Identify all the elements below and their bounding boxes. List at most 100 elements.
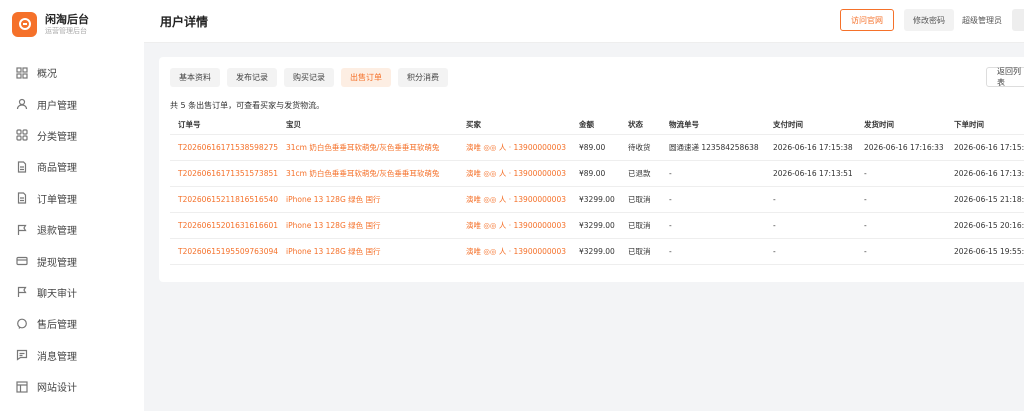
table-cell: 已取消 (620, 186, 661, 213)
sidebar-item[interactable]: 网站设计 (0, 371, 144, 402)
table-cell: 2026-06-16 17:15:38 (946, 134, 1024, 161)
user-icon (16, 98, 28, 110)
flag-icon (16, 286, 28, 298)
table-cell-link[interactable]: 演唯 ◎◎ 人 · 13900000003 (458, 160, 571, 187)
table-cell: 2026-06-16 17:15:38 (765, 134, 856, 161)
tab-item[interactable]: 出售订单 (341, 68, 391, 87)
sidebar-item-label: 订单管理 (37, 194, 77, 206)
table-cell: - (765, 212, 856, 239)
sidebar-item[interactable]: 分类管理 (0, 120, 144, 151)
sidebar-item[interactable]: 用户管理 (0, 88, 144, 119)
table-row: T20260616171351573851 31cm 奶白色垂垂耳软萌兔/灰色垂垂… (170, 160, 1024, 187)
document-icon (16, 161, 28, 173)
column-header: 下单时间 (946, 116, 1024, 135)
sidebar-item[interactable]: 商品管理 (0, 151, 144, 182)
sidebar-item-label: 网站设计 (37, 383, 77, 395)
table-cell: 2026-06-16 17:16:33 (856, 134, 946, 161)
sales-orders-table: 订单号 宝贝 买家 金额 状态 物流单号 支付时间 发货时间 下单时间 T20260616171… (170, 116, 1024, 265)
sidebar-item[interactable]: 售后管理 (0, 308, 144, 339)
tab-item[interactable]: 基本资料 (170, 68, 220, 87)
document-icon (16, 192, 28, 204)
tab-item[interactable]: 发布记录 (227, 68, 277, 87)
sidebar-item-label: 用户管理 (37, 100, 77, 112)
sidebar-item-label: 消息管理 (37, 351, 77, 363)
sidebar-item-label: 退款管理 (37, 226, 77, 238)
sidebar-item-label: 提现管理 (37, 257, 77, 269)
tab-item[interactable]: 购买记录 (284, 68, 334, 87)
table-cell-link[interactable]: iPhone 13 128G 绿色 国行 (278, 238, 458, 265)
tab-item[interactable]: 积分消费 (398, 68, 448, 87)
table-cell: - (765, 186, 856, 213)
column-header: 发货时间 (856, 116, 946, 135)
table-cell: 2026-06-15 19:55:09 (946, 238, 1024, 265)
table-cell: - (661, 238, 765, 265)
table-cell: - (661, 160, 765, 187)
table-cell: 已取消 (620, 212, 661, 239)
layout-icon (16, 380, 28, 393)
sidebar-item-label: 售后管理 (37, 320, 77, 332)
sidebar-item[interactable]: 订单管理 (0, 183, 144, 214)
sidebar-item[interactable]: 提现管理 (0, 245, 144, 276)
table-cell: ¥89.00 (571, 160, 620, 187)
table-cell-link[interactable]: T20260616171351573851 (170, 160, 278, 187)
flag-icon (16, 224, 28, 236)
table-cell-link[interactable]: T20260616171538598275 (170, 134, 278, 161)
table-cell-link[interactable]: 演唯 ◎◎ 人 · 13900000003 (458, 212, 571, 239)
sidebar-item[interactable]: 概况 (0, 57, 144, 88)
user-detail-card: 基本资料 发布记录 购买记录 出售订单 积分消费 返回列表 共 5 条出售订单，可查看买… (159, 57, 1024, 282)
column-header: 宝贝 (278, 116, 458, 135)
table-cell: ¥3299.00 (571, 238, 620, 265)
table-cell: 待收货 (620, 134, 661, 161)
table-cell-link[interactable]: iPhone 13 128G 绿色 国行 (278, 186, 458, 213)
sidebar-item[interactable]: 聊天审计 (0, 277, 144, 308)
table-cell: - (856, 160, 946, 187)
sidebar-item[interactable]: 消息管理 (0, 340, 144, 371)
table-cell: ¥89.00 (571, 134, 620, 161)
table-cell: 圆通速递 123584258638 (661, 134, 765, 161)
column-header: 买家 (458, 116, 571, 135)
table-cell-link[interactable]: T20260615195509763094 (170, 238, 278, 265)
category-icon (16, 129, 28, 142)
table-cell-link[interactable]: 演唯 ◎◎ 人 · 13900000003 (458, 238, 571, 265)
table-row: T20260616171538598275 31cm 奶白色垂垂耳软萌兔/灰色垂垂… (170, 134, 1024, 161)
column-header: 订单号 (170, 116, 278, 135)
table-cell-link[interactable]: 演唯 ◎◎ 人 · 13900000003 (458, 186, 571, 213)
column-header: 状态 (620, 116, 661, 135)
admin-role-label: 超级管理员 (962, 15, 1002, 25)
table-cell: 2026-06-15 20:16:31 (946, 212, 1024, 239)
table-cell-link[interactable]: T20260615201631616601 (170, 212, 278, 239)
page-title: 用户详情 (160, 14, 209, 29)
table-cell-link[interactable]: 31cm 奶白色垂垂耳软萌兔/灰色垂垂耳软萌兔 (278, 134, 458, 161)
grid-icon (16, 67, 28, 79)
table-row: T20260615211816516540 iPhone 13 128G 绿色 国… (170, 186, 1024, 213)
brand-title: 闲淘后台 (45, 12, 89, 26)
table-cell: 2026-06-16 17:13:51 (946, 160, 1024, 187)
table-cell: - (661, 186, 765, 213)
table-cell-link[interactable]: 31cm 奶白色垂垂耳软萌兔/灰色垂垂耳软萌兔 (278, 160, 458, 187)
message-icon (16, 349, 28, 361)
visit-site-button[interactable]: 访问官网 (840, 9, 894, 31)
sidebar-item-label: 概况 (37, 69, 57, 81)
table-cell: ¥3299.00 (571, 186, 620, 213)
table-cell: - (856, 212, 946, 239)
sidebar: 闲淘后台 运营管理后台 概况用户管理分类管理 商品管理订单管理退款管理提现管理聊天… (0, 0, 144, 411)
table-header-row: 订单号 宝贝 买家 金额 状态 物流单号 支付时间 发货时间 下单时间 (170, 116, 1024, 135)
table-cell: 2026-06-16 17:13:51 (765, 160, 856, 187)
sidebar-item-label: 聊天审计 (37, 288, 77, 300)
avatar[interactable] (1012, 9, 1024, 31)
table-cell: ¥3299.00 (571, 212, 620, 239)
brand: 闲淘后台 运营管理后台 (0, 0, 144, 48)
table-cell-link[interactable]: 演唯 ◎◎ 人 · 13900000003 (458, 134, 571, 161)
back-to-list-button[interactable]: 返回列表 (986, 67, 1024, 87)
table-cell: - (661, 212, 765, 239)
tab-bar: 基本资料 发布记录 购买记录 出售订单 积分消费 (170, 68, 455, 87)
sidebar-item[interactable]: 退款管理 (0, 214, 144, 245)
change-password-button[interactable]: 修改密码 (904, 9, 954, 31)
table-cell: - (765, 238, 856, 265)
column-header: 金额 (571, 116, 620, 135)
table-cell-link[interactable]: iPhone 13 128G 绿色 国行 (278, 212, 458, 239)
table-cell-link[interactable]: T20260615211816516540 (170, 186, 278, 213)
table-row: T20260615195509763094 iPhone 13 128G 绿色 国… (170, 238, 1024, 265)
column-header: 支付时间 (765, 116, 856, 135)
chat-icon (16, 318, 28, 330)
